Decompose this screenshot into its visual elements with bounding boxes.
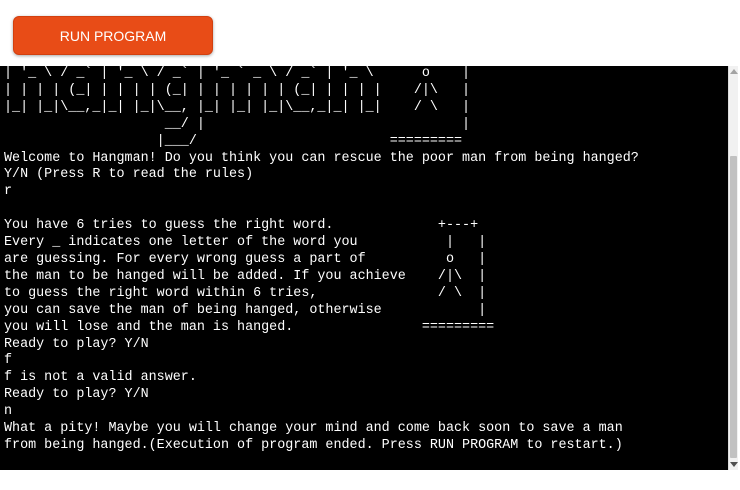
app-page: RUN PROGRAM | '_ \ / _` | '_ \ / _` | '_…	[0, 0, 740, 490]
scrollbar-thumb[interactable]	[730, 156, 737, 458]
terminal[interactable]: | '_ \ / _` | '_ \ / _` | '_ ` _ \ / _` …	[0, 66, 728, 470]
scroll-up-arrow-icon[interactable]	[730, 69, 738, 74]
scroll-down-arrow-icon[interactable]	[730, 462, 738, 467]
run-program-button[interactable]: RUN PROGRAM	[13, 16, 213, 55]
terminal-scrollbar[interactable]	[728, 66, 738, 470]
terminal-output: | '_ \ / _` | '_ \ / _` | '_ ` _ \ / _` …	[4, 66, 639, 453]
